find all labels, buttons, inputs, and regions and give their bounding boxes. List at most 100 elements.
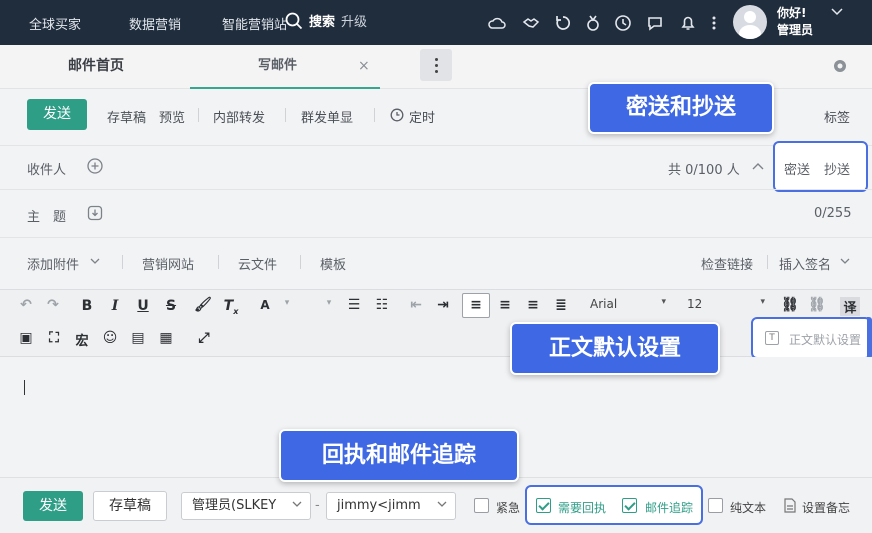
nav-item-smart-site[interactable]: 智能营销站 [222,14,287,33]
chevron-down-icon: ▾ [661,297,666,307]
format-painter-icon[interactable]: 🖌 [194,297,212,313]
nav-item-global-buyers[interactable]: 全球买家 [29,14,81,33]
handshake-icon[interactable] [522,14,540,32]
indent-icon[interactable]: ⇥ [434,297,452,313]
underline-icon[interactable]: U [134,298,152,314]
outdent-icon[interactable]: ⇤ [407,297,425,313]
tags-button[interactable]: 标签 [824,107,850,126]
marketing-site-button[interactable]: 营销网站 [142,254,194,273]
send-button-bottom[interactable]: 发送 [23,491,83,521]
bold-icon[interactable]: B [78,298,96,314]
schedule-button[interactable]: 定时 [409,107,435,126]
medal-icon[interactable] [584,14,602,32]
chevron-down-icon[interactable]: ▾ [320,298,338,308]
bcc-button[interactable]: 密送 [784,159,810,178]
link-icon[interactable]: ⛓ [781,297,799,313]
chat-icon[interactable] [646,14,664,32]
search-icon [285,12,303,29]
tab-compose[interactable]: 写邮件 × [190,45,380,89]
close-icon[interactable]: × [358,45,370,87]
avatar[interactable] [733,5,767,39]
font-size-select[interactable]: 12 ▾ [687,297,765,319]
text-icon: T [765,331,779,345]
cc-button[interactable]: 抄送 [824,159,850,178]
align-left-icon: ≡ [470,297,482,313]
undo-icon[interactable]: ↶ [17,297,35,313]
add-recipient-icon[interactable] [87,158,103,174]
set-memo-button[interactable]: 设置备忘 [802,499,850,516]
italic-icon[interactable]: I [106,298,124,314]
sender-value: 管理员(SLKEY [192,498,277,513]
ordered-list-icon[interactable]: ☰ [345,297,363,313]
account-select[interactable]: jimmy<jimm [326,492,456,520]
send-button[interactable]: 发送 [27,99,87,130]
clear-format-icon[interactable]: Tx [222,298,240,316]
font-family-value: Arial [590,297,618,311]
side-tab[interactable] [867,317,872,359]
cloud-file-button[interactable]: 云文件 [238,254,277,273]
cloud-icon[interactable] [488,14,506,32]
justify-icon[interactable]: ≣ [552,297,570,313]
recipient-count: 共 0/100 人 [668,163,740,178]
search-button[interactable]: 搜索 升级 [285,11,367,30]
chevron-down-icon[interactable]: ▾ [278,298,296,308]
preview-button[interactable]: 预览 [159,107,185,126]
emoji-icon[interactable]: ☺ [101,330,119,346]
chevron-down-icon [292,501,302,507]
template-button[interactable]: 模板 [320,254,346,273]
chevron-down-icon [437,501,447,507]
align-right-icon[interactable]: ≡ [524,297,542,313]
table-icon[interactable]: ▦ [157,330,175,346]
upgrade-label[interactable]: 升级 [341,11,367,30]
plain-text-checkbox[interactable] [708,498,723,513]
insert-signature-button[interactable]: 插入签名 [779,254,831,273]
translate-icon[interactable]: 译 [840,297,860,316]
plain-text-label: 纯文本 [730,501,767,515]
save-draft-button-bottom[interactable]: 存草稿 [93,491,167,521]
read-receipt-checkbox[interactable] [536,498,551,513]
align-center-icon[interactable]: ≡ [496,297,514,313]
subject-label: 主 题 [27,210,67,225]
image-icon[interactable]: ▣ [17,330,35,346]
screenshot-icon[interactable]: ⛶ [45,330,63,346]
unlink-icon[interactable]: ⛓ [808,297,826,313]
urgent-checkbox[interactable] [474,498,489,513]
more-vertical-icon[interactable] [705,14,723,32]
internal-forward-button[interactable]: 内部转发 [213,107,265,126]
refresh-icon[interactable] [554,14,572,32]
tab-mail-home[interactable]: 邮件首页 [68,45,124,89]
user-role: 管理员 [777,23,814,37]
tracking-checkbox[interactable] [622,498,637,513]
macro-icon[interactable]: 宏 [73,330,91,349]
user-greeting[interactable]: 你好! 管理员 [777,5,813,39]
sender-select[interactable]: 管理员(SLKEY [181,492,311,520]
bell-icon[interactable] [679,14,697,32]
strikethrough-icon[interactable]: S [162,298,180,314]
unordered-list-icon[interactable]: ☷ [373,297,391,313]
memo-icon [784,498,796,513]
group-send-button[interactable]: 群发单显 [301,107,353,126]
tab-more-button[interactable] [420,49,452,81]
fullscreen-icon[interactable]: ⤢ [195,330,213,346]
text-caret [24,380,25,395]
default-body-setting-button[interactable]: 正文默认设置 [789,331,861,348]
nav-item-data-marketing[interactable]: 数据营销 [129,14,181,33]
clock-icon[interactable] [614,14,632,32]
chevron-down-icon[interactable] [831,8,843,16]
font-family-select[interactable]: Arial ▾ [590,297,666,319]
tab-compose-label: 写邮件 [258,58,298,73]
gear-icon[interactable] [833,59,847,73]
chevron-up-icon[interactable] [752,162,764,170]
subject-download-icon[interactable] [87,205,103,221]
save-draft-button[interactable]: 存草稿 [107,107,146,126]
subject-input[interactable] [110,200,800,226]
clipboard-icon[interactable]: ▤ [129,330,147,346]
urgent-label: 紧急 [496,501,521,515]
redo-icon[interactable]: ↷ [44,297,62,313]
check-links-button[interactable]: 检查链接 [701,254,753,273]
add-attachment-button[interactable]: 添加附件 [27,254,79,273]
chevron-down-icon [90,258,100,264]
callout-receipt-tracking: 回执和邮件追踪 [279,429,519,482]
font-color-icon[interactable]: A [256,298,274,312]
recipients-label: 收件人 [27,163,67,178]
